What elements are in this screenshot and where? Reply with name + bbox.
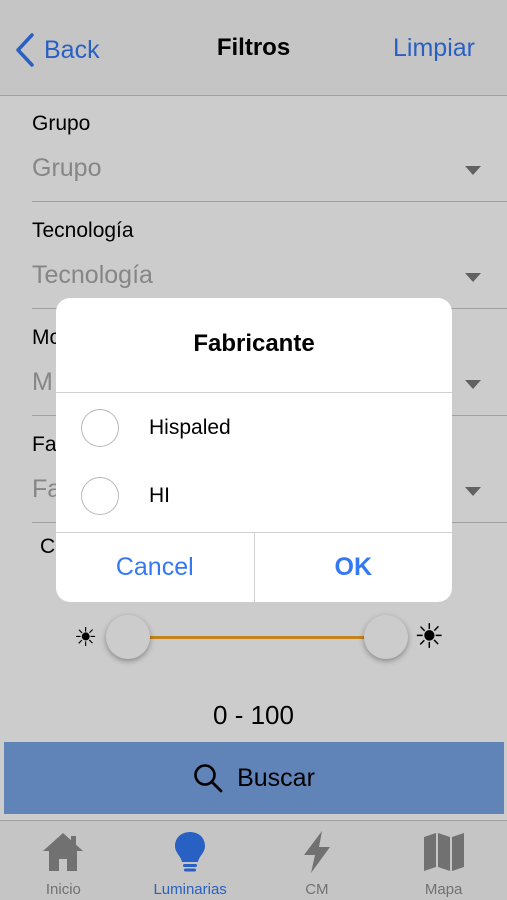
option-hi[interactable]: HI bbox=[56, 463, 452, 529]
radio-button[interactable] bbox=[81, 409, 119, 447]
dialog-actions: Cancel OK bbox=[56, 532, 452, 602]
option-label: HI bbox=[149, 484, 170, 507]
radio-button[interactable] bbox=[81, 477, 119, 515]
fabricante-dialog: Fabricante Hispaled HI Cancel OK bbox=[56, 298, 452, 602]
option-hispaled[interactable]: Hispaled bbox=[56, 395, 452, 461]
divider bbox=[56, 392, 452, 393]
option-label: Hispaled bbox=[149, 416, 231, 439]
ok-button[interactable]: OK bbox=[253, 533, 453, 602]
cancel-button[interactable]: Cancel bbox=[56, 533, 254, 602]
dialog-title: Fabricante bbox=[193, 330, 315, 357]
